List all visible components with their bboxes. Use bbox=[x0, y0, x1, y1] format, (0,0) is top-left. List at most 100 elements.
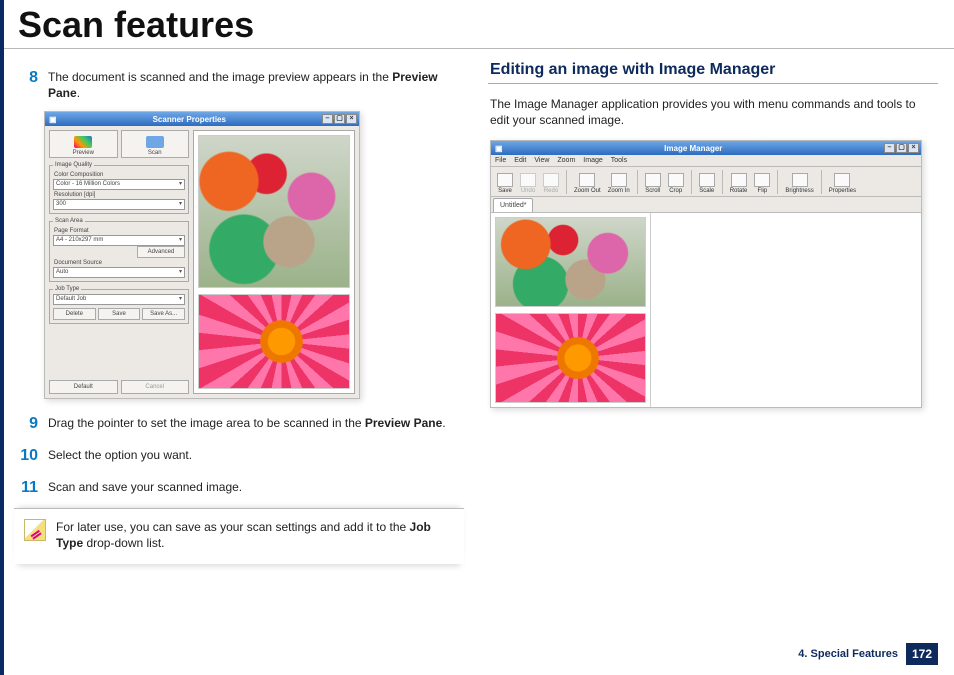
step-number: 9 bbox=[16, 413, 38, 435]
maximize-button[interactable]: ▢ bbox=[334, 114, 345, 124]
properties-icon bbox=[834, 173, 850, 187]
photo-content bbox=[496, 314, 645, 402]
group-legend: Image Quality bbox=[53, 162, 94, 168]
label: Brightness bbox=[785, 188, 813, 194]
right-column: Editing an image with Image Manager The … bbox=[488, 61, 938, 564]
toolbar-separator bbox=[722, 170, 723, 194]
cancel-button[interactable]: Cancel bbox=[121, 380, 190, 394]
tool-rotate[interactable]: Rotate bbox=[727, 173, 751, 195]
window-titlebar: ▣ Scanner Properties – ▢ × bbox=[45, 112, 359, 126]
toolbar-separator bbox=[691, 170, 692, 194]
step-9: 9 Drag the pointer to set the image area… bbox=[16, 413, 464, 435]
menubar: File Edit View Zoom Image Tools bbox=[491, 155, 921, 167]
value: 300 bbox=[56, 200, 66, 209]
page-format-select[interactable]: A4 - 210x297 mm ▾ bbox=[53, 235, 185, 246]
chevron-down-icon: ▾ bbox=[179, 200, 182, 209]
section-heading: Editing an image with Image Manager bbox=[488, 61, 938, 84]
doc-source-select[interactable]: Auto▾ bbox=[53, 267, 185, 278]
chevron-down-icon: ▾ bbox=[179, 295, 182, 304]
thumbnail[interactable] bbox=[495, 313, 646, 403]
photo-content bbox=[199, 295, 349, 389]
field-label: Page Format bbox=[54, 228, 185, 234]
tool-zoomin[interactable]: Zoom In bbox=[605, 173, 633, 195]
window-title: Scanner Properties bbox=[57, 115, 322, 124]
document-tabs: Untitled* bbox=[491, 197, 921, 213]
job-type-select[interactable]: Default Job▾ bbox=[53, 294, 185, 305]
minimize-button[interactable]: – bbox=[884, 143, 895, 153]
chevron-down-icon: ▾ bbox=[179, 236, 182, 245]
menu-zoom[interactable]: Zoom bbox=[557, 157, 575, 164]
scanner-properties-window: ▣ Scanner Properties – ▢ × Preview Scan … bbox=[44, 111, 360, 399]
label: Rotate bbox=[730, 188, 748, 194]
scan-button[interactable]: Scan bbox=[121, 130, 190, 158]
label: Redo bbox=[544, 188, 558, 194]
zoomout-icon bbox=[579, 173, 595, 187]
menu-edit[interactable]: Edit bbox=[514, 157, 526, 164]
tool-scale[interactable]: Scale bbox=[696, 173, 718, 195]
saveas-button[interactable]: Save As... bbox=[142, 308, 185, 320]
tool-zoomout[interactable]: Zoom Out bbox=[571, 173, 604, 195]
label: Save bbox=[498, 188, 512, 194]
tool-flip[interactable]: Flip bbox=[751, 173, 773, 195]
tool-undo[interactable]: Undo bbox=[517, 173, 539, 195]
label: Scan bbox=[148, 150, 162, 156]
menu-tools[interactable]: Tools bbox=[611, 157, 627, 164]
default-button[interactable]: Default bbox=[49, 380, 118, 394]
menu-image[interactable]: Image bbox=[583, 157, 602, 164]
brightness-icon bbox=[792, 173, 808, 187]
menu-file[interactable]: File bbox=[495, 157, 506, 164]
window-titlebar: ▣ Image Manager – ▢ × bbox=[491, 141, 921, 155]
close-button[interactable]: × bbox=[908, 143, 919, 153]
resolution-select[interactable]: 300 ▾ bbox=[53, 199, 185, 210]
label: Scale bbox=[699, 188, 714, 194]
canvas-area[interactable] bbox=[651, 213, 921, 407]
flip-icon bbox=[754, 173, 770, 187]
photo-content bbox=[199, 136, 349, 286]
value: Auto bbox=[56, 268, 68, 277]
preview-image-top bbox=[198, 135, 350, 287]
job-buttons: Delete Save Save As... bbox=[53, 308, 185, 320]
step-body: The document is scanned and the image pr… bbox=[48, 67, 464, 101]
maximize-button[interactable]: ▢ bbox=[896, 143, 907, 153]
window-buttons: – ▢ × bbox=[322, 114, 357, 124]
left-column: 8 The document is scanned and the image … bbox=[14, 61, 464, 564]
page-footer: 4. Special Features 172 bbox=[798, 643, 938, 665]
tool-crop[interactable]: Crop bbox=[665, 173, 687, 195]
text: . bbox=[77, 86, 80, 100]
image-manager-body bbox=[491, 213, 921, 407]
page-number: 172 bbox=[906, 643, 938, 665]
advanced-button[interactable]: Advanced bbox=[137, 246, 185, 258]
tool-brightness[interactable]: Brightness bbox=[782, 173, 816, 195]
thumbnail[interactable] bbox=[495, 217, 646, 307]
label: Properties bbox=[829, 188, 856, 194]
label: Flip bbox=[758, 188, 768, 194]
minimize-button[interactable]: – bbox=[322, 114, 333, 124]
preview-pane[interactable] bbox=[193, 130, 355, 394]
zoomin-icon bbox=[611, 173, 627, 187]
tool-save[interactable]: Save bbox=[494, 173, 516, 195]
color-select[interactable]: Color - 16 Million Colors▾ bbox=[53, 179, 185, 190]
tool-redo[interactable]: Redo bbox=[540, 173, 562, 195]
chapter-label: 4. Special Features bbox=[798, 648, 898, 660]
close-button[interactable]: × bbox=[346, 114, 357, 124]
save-icon bbox=[497, 173, 513, 187]
step-body: Scan and save your scanned image. bbox=[48, 477, 464, 499]
save-button[interactable]: Save bbox=[98, 308, 141, 320]
menu-view[interactable]: View bbox=[534, 157, 549, 164]
step-10: 10 Select the option you want. bbox=[16, 445, 464, 467]
preview-button[interactable]: Preview bbox=[49, 130, 118, 158]
rotate-icon bbox=[731, 173, 747, 187]
crop-icon bbox=[668, 173, 684, 187]
chevron-down-icon: ▾ bbox=[179, 180, 182, 189]
delete-button[interactable]: Delete bbox=[53, 308, 96, 320]
group-legend: Job Type bbox=[53, 286, 81, 292]
text: Drag the pointer to set the image area t… bbox=[48, 416, 365, 430]
label: Crop bbox=[669, 188, 682, 194]
step-body: Drag the pointer to set the image area t… bbox=[48, 413, 464, 435]
settings-panel: Preview Scan Image Quality Color Composi… bbox=[49, 130, 189, 394]
value: A4 - 210x297 mm bbox=[56, 236, 103, 245]
tool-properties[interactable]: Properties bbox=[826, 173, 859, 195]
tool-scroll[interactable]: Scroll bbox=[642, 173, 664, 195]
label: Scroll bbox=[645, 188, 660, 194]
document-tab[interactable]: Untitled* bbox=[493, 198, 533, 212]
